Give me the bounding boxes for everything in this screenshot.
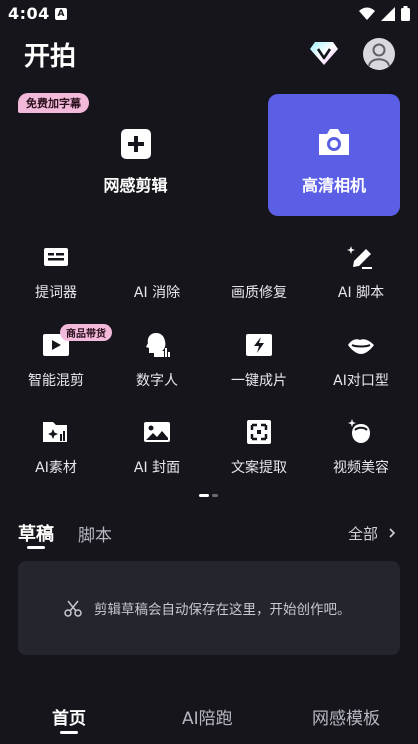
- edit-card-label: 网感剪辑: [103, 176, 168, 195]
- battery-icon: [401, 6, 410, 21]
- view-all-link[interactable]: 全部: [348, 523, 397, 544]
- bottom-nav: 首页 AI陪跑 网感模板: [0, 700, 418, 744]
- beauty-icon: [346, 417, 376, 447]
- tool-label: 视频美容: [333, 460, 389, 476]
- tool-ai-erase[interactable]: AI 消除: [107, 242, 207, 302]
- drafts-tabs: 草稿 脚本 全部: [0, 518, 418, 552]
- tool-label: 数字人: [136, 373, 178, 389]
- status-time: 4:04: [8, 4, 50, 23]
- scan-icon: [244, 417, 274, 447]
- nav-ai-coach[interactable]: AI陪跑: [182, 704, 233, 729]
- tool-ai-cover[interactable]: AI 封面: [107, 417, 207, 477]
- tool-text-extract[interactable]: 文案提取: [209, 417, 309, 477]
- tool-label: AI对口型: [333, 373, 389, 389]
- teleprompter-icon: [41, 242, 71, 272]
- scissors-icon: [64, 599, 82, 621]
- empty-message: 剪辑草稿会自动保存在这里，开始创作吧。: [94, 602, 351, 618]
- camera-icon: [316, 127, 352, 161]
- tool-label: 智能混剪: [28, 373, 84, 389]
- tool-label: 文案提取: [231, 460, 287, 476]
- page-dot: [212, 494, 218, 497]
- signal-icon: [381, 6, 395, 21]
- wifi-icon: [359, 7, 375, 20]
- tool-label: AI 消除: [133, 285, 181, 301]
- tool-label: AI素材: [35, 460, 77, 476]
- header: 开拍: [0, 34, 418, 74]
- avatar[interactable]: [363, 38, 395, 70]
- drafts-empty-state: 剪辑草稿会自动保存在这里，开始创作吧。: [18, 561, 400, 655]
- tab-scripts[interactable]: 脚本: [78, 521, 112, 546]
- status-bar: 4:04 A: [0, 0, 418, 30]
- lightning-icon: [244, 330, 274, 360]
- tool-video-beauty[interactable]: 视频美容: [311, 417, 411, 477]
- tab-underline: [27, 546, 45, 549]
- goods-badge: 商品带货: [60, 324, 112, 341]
- tool-ai-script[interactable]: AI 脚本: [311, 242, 411, 302]
- nav-templates[interactable]: 网感模板: [312, 704, 380, 729]
- nav-active-underline: [60, 731, 78, 734]
- camera-card[interactable]: 高清相机: [268, 94, 400, 216]
- vip-diamond-icon[interactable]: [309, 39, 339, 71]
- page-indicator: [199, 494, 218, 497]
- tool-ai-lipsync[interactable]: AI对口型: [311, 330, 411, 390]
- plus-icon: [121, 129, 151, 159]
- image-icon: [142, 417, 172, 447]
- ai-folder-icon: [41, 417, 71, 447]
- tool-quality-repair[interactable]: 画质修复: [209, 242, 309, 302]
- tool-label: 画质修复: [231, 285, 287, 301]
- tool-label: AI 脚本: [337, 285, 385, 301]
- tab-drafts[interactable]: 草稿: [18, 520, 54, 546]
- page-dot-active: [199, 494, 209, 497]
- app-notification-icon: A: [55, 8, 67, 20]
- tool-digital-human[interactable]: 数字人: [107, 330, 207, 390]
- ai-pen-icon: [346, 242, 376, 272]
- free-subtitle-badge: 免费加字幕: [18, 93, 89, 113]
- tool-teleprompter[interactable]: 提词器: [6, 242, 106, 302]
- lips-icon: [346, 330, 376, 360]
- digital-human-icon: [142, 330, 172, 360]
- tool-label: 一键成片: [231, 373, 287, 389]
- tool-one-click[interactable]: 一键成片: [209, 330, 309, 390]
- camera-card-label: 高清相机: [301, 176, 366, 195]
- chevron-right-icon: [389, 528, 395, 538]
- tool-label: AI 封面: [133, 460, 181, 476]
- page-title: 开拍: [24, 42, 77, 72]
- tool-label: 提词器: [35, 285, 77, 301]
- nav-home[interactable]: 首页: [52, 704, 86, 729]
- view-all-label: 全部: [348, 525, 379, 543]
- tool-ai-material[interactable]: AI素材: [6, 417, 106, 477]
